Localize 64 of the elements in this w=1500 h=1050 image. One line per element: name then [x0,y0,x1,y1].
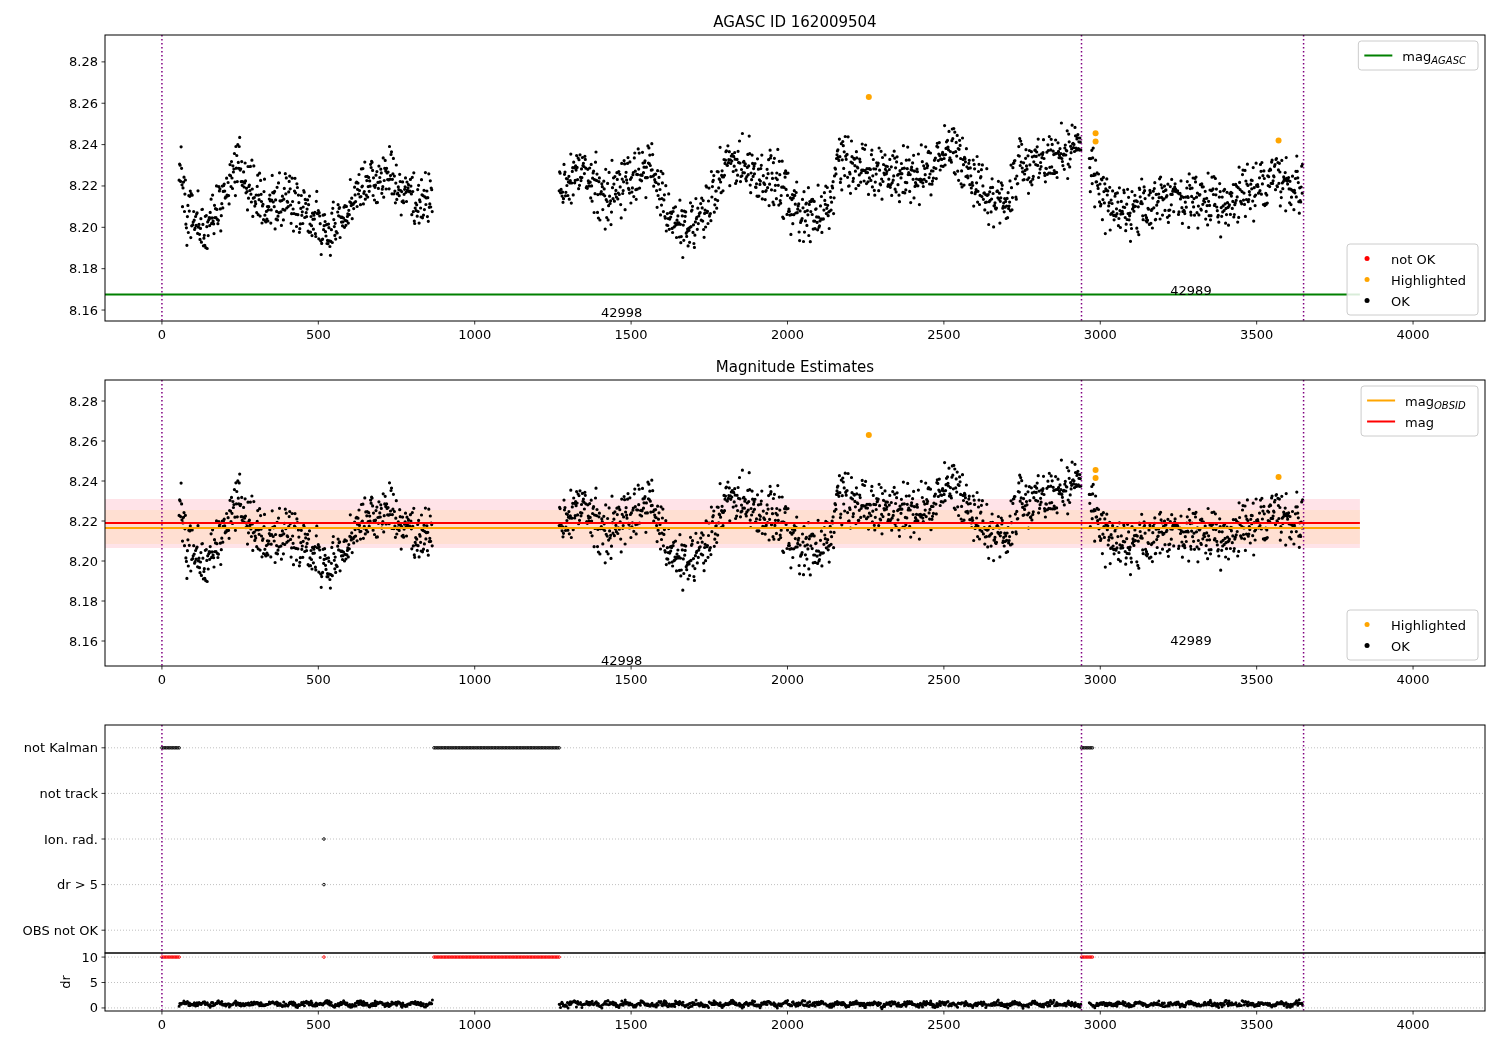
x-tick-label: 500 [305,1017,331,1032]
legend-label: mag$_{OBSID}$ [1405,393,1466,411]
obsid-label: 42989 [1170,283,1212,298]
row-label: not track [39,785,98,801]
y-tick-label: 8.24 [69,137,98,153]
row-label: Ion. rad. [44,831,98,847]
x-tick-label: 1000 [458,1017,492,1032]
y-tick-label: 8.26 [69,95,98,111]
y-tick-label: 5 [89,975,98,990]
x-tick-label: 0 [157,672,167,687]
x-tick-label: 4000 [1396,1017,1430,1032]
obsid-label: 42989 [1170,633,1212,648]
x-tick-label: 500 [305,327,331,342]
row-label: OBS not OK [22,922,98,938]
x-tick-label: 1500 [614,327,648,342]
legend-label: OK [1391,293,1410,309]
y-tick-label: 8.20 [69,219,98,235]
y-tick-label: 8.18 [69,261,98,277]
x-tick-label: 1500 [614,1017,648,1032]
x-tick-label: 2500 [927,672,961,687]
legend-label: Highlighted [1391,617,1466,633]
legend-label: not OK [1391,251,1436,267]
x-tick-label: 0 [157,1017,167,1032]
x-tick-label: 3500 [1240,327,1274,342]
y-tick-label: 10 [81,949,98,965]
y-tick-label: 8.22 [69,178,98,194]
y-tick-label: 8.28 [69,54,98,70]
legend-label: OK [1391,638,1410,654]
x-tick-label: 3500 [1240,1017,1274,1032]
chart-title: AGASC ID 162009504 [713,13,877,31]
chart-title: Magnitude Estimates [715,358,875,376]
x-tick-label: 1000 [458,327,492,342]
axis-label: dr [58,975,73,989]
x-tick-label: 3000 [1083,672,1117,687]
x-tick-label: 2000 [770,1017,805,1032]
y-tick-label: 0 [89,1000,98,1016]
legend-label: Highlighted [1391,272,1466,288]
row-label: dr > 5 [56,877,98,893]
x-tick-label: 2000 [770,327,805,342]
x-tick-label: 1500 [614,672,648,687]
y-tick-label: 8.18 [69,593,98,609]
y-tick-label: 8.16 [69,302,98,318]
x-tick-label: 4000 [1396,327,1430,342]
y-tick-label: 8.22 [69,513,98,529]
y-tick-label: 8.28 [69,393,98,409]
x-tick-label: 0 [157,327,167,342]
y-tick-label: 8.16 [69,633,98,649]
y-tick-label: 8.20 [69,553,98,569]
x-tick-label: 3000 [1083,1017,1117,1032]
obsid-label: 42998 [601,305,643,321]
x-tick-label: 1000 [458,672,492,687]
y-tick-label: 8.24 [69,473,98,489]
x-tick-label: 2000 [770,672,805,687]
legend-label: mag$_{AGASC}$ [1402,48,1466,66]
y-tick-label: 8.26 [69,433,98,449]
x-tick-label: 3500 [1240,672,1274,687]
x-tick-label: 3000 [1083,327,1117,342]
legend-label: mag [1405,414,1434,430]
x-tick-label: 2500 [927,327,961,342]
row-label: not Kalman [23,740,98,756]
obsid-label: 42998 [601,653,643,668]
x-tick-label: 4000 [1396,672,1430,687]
x-tick-label: 500 [305,672,331,687]
x-tick-label: 2500 [927,1017,961,1032]
